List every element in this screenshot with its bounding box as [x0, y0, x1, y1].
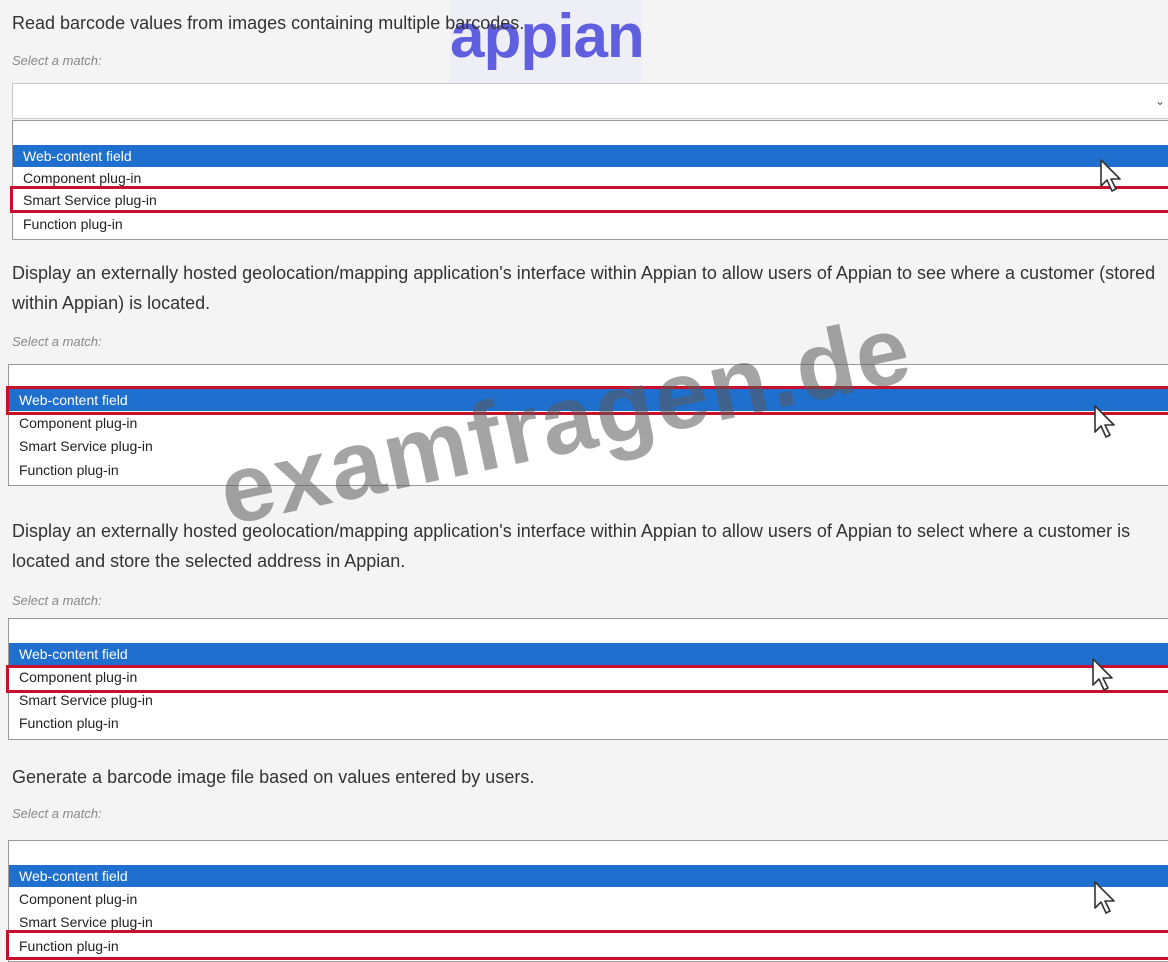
question-3-text: Display an externally hosted geolocation… — [12, 521, 1131, 571]
watermark-text: examfragen.de — [210, 294, 921, 546]
question-1-option-component-plugin[interactable]: Component plug-in — [13, 167, 1168, 189]
question-1-listbox[interactable]: Web-content field Component plug-in Smar… — [12, 120, 1168, 240]
chevron-down-icon: ⌄ — [1154, 94, 1165, 108]
question-1-option-web-content-field[interactable]: Web-content field — [13, 145, 1168, 167]
question-4-option-web-content-field[interactable]: Web-content field — [9, 865, 1168, 887]
mouse-pointer-icon — [1094, 405, 1115, 438]
question-2-select-label: Select a match: — [12, 334, 102, 349]
question-3-option-component-plugin[interactable]: Component plug-in — [9, 666, 1168, 688]
question-1-option-smart-service-plugin[interactable]: Smart Service plug-in — [13, 189, 1168, 211]
question-3-option-web-content-field[interactable]: Web-content field — [9, 643, 1168, 665]
question-1-select[interactable]: ⌄ — [12, 83, 1168, 119]
question-4-text: Generate a barcode image file based on v… — [12, 767, 535, 787]
question-3-select-label: Select a match: — [12, 593, 102, 608]
question-2-text: Display an externally hosted geolocation… — [12, 263, 1156, 313]
question-1-option-function-plugin[interactable]: Function plug-in — [13, 213, 1168, 235]
question-4-select-label: Select a match: — [12, 806, 102, 821]
question-3-option-function-plugin[interactable]: Function plug-in — [9, 712, 1168, 734]
question-4-option-component-plugin[interactable]: Component plug-in — [9, 888, 1168, 910]
question-3-option-smart-service-plugin[interactable]: Smart Service plug-in — [9, 689, 1168, 711]
question-4-option-function-plugin[interactable]: Function plug-in — [9, 935, 1168, 957]
question-1-select-label: Select a match: — [12, 53, 102, 68]
question-4-listbox[interactable]: Web-content field Component plug-in Smar… — [8, 840, 1168, 962]
question-4-option-smart-service-plugin[interactable]: Smart Service plug-in — [9, 911, 1168, 933]
mouse-pointer-icon — [1092, 658, 1113, 691]
mouse-pointer-icon — [1100, 159, 1121, 192]
question-3-listbox[interactable]: Web-content field Component plug-in Smar… — [8, 618, 1168, 740]
question-1-text: Read barcode values from images containi… — [12, 13, 525, 33]
mouse-pointer-icon — [1094, 881, 1115, 914]
